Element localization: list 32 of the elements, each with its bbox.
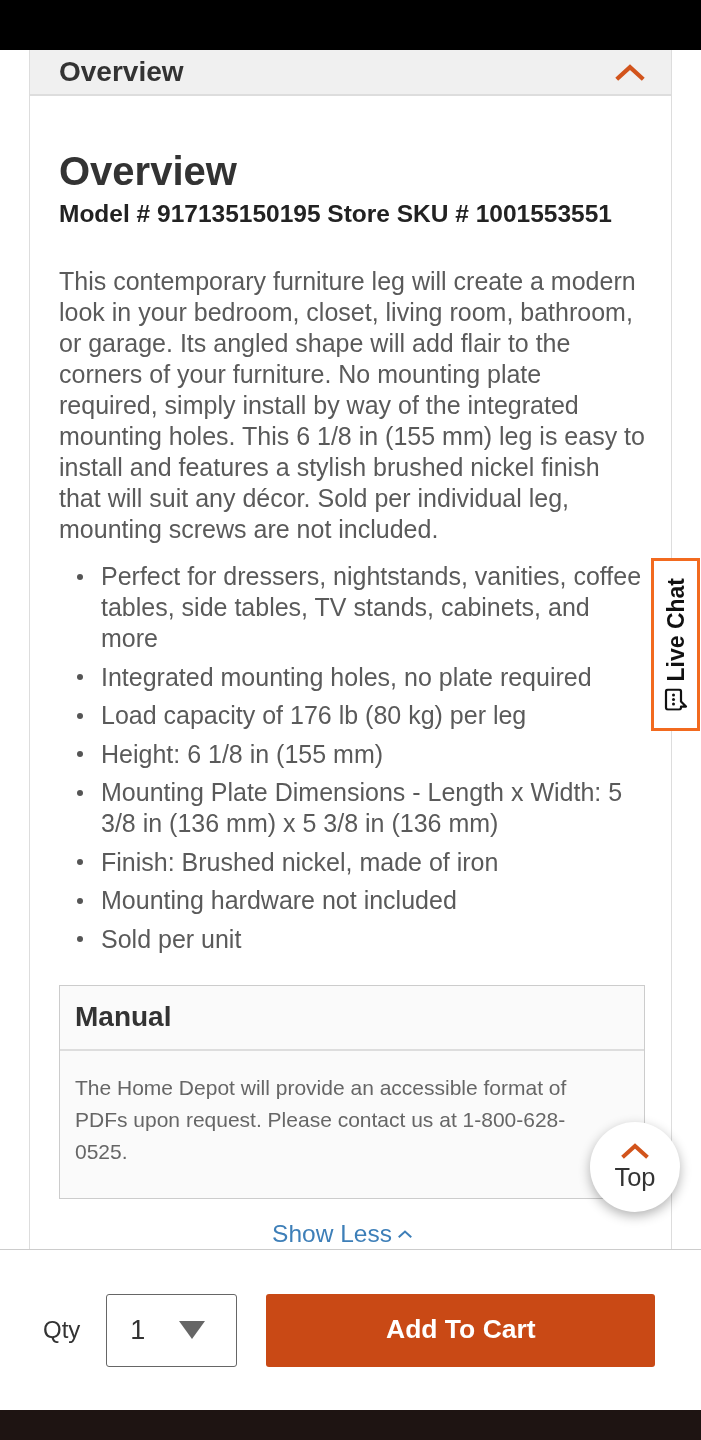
accordion-header[interactable]: Overview [30, 50, 671, 96]
bullet-icon [77, 789, 83, 796]
live-chat-tab[interactable]: Live Chat [651, 558, 700, 731]
feature-text: Perfect for dressers, nightstands, vanities, coffee tables, side tables, TV stands, cabinets, and more [101, 561, 643, 654]
feature-text: Sold per unit [101, 923, 242, 955]
bullet-icon [77, 712, 83, 719]
bullet-icon [77, 751, 83, 757]
feature-text: Integrated mounting holes, no plate required [101, 661, 592, 693]
bullet-icon [77, 859, 83, 865]
back-to-top-button[interactable]: Top [590, 1122, 680, 1212]
feature-text: Mounting Plate Dimensions - Length x Width: 5 3/8 in (136 mm) x 5 3/8 in (136 mm) [101, 777, 624, 839]
bullet-icon [77, 674, 83, 680]
bullet-icon [77, 573, 83, 580]
manual-text: The Home Depot will provide an accessible format of PDFs upon request. Please contact us at 1-800-628-0525. [75, 1074, 568, 1165]
description-paragraph: This contemporary furniture leg will create a modern look in your bedroom, closet, living room, bathroom, or garage. Its angled shape will add flair to the corners of your furniture. No mounting plate required, simply install by way of the integrated mounting holes. This 6 1/8 in (155 mm) leg is easy to install and features a stylish brushed nickel finish that will suit any décor. Sold per individual leg, mounting screws are not included. [59, 266, 645, 545]
chat-icon [663, 688, 688, 711]
bullet-icon [77, 936, 83, 942]
feature-text: Load capacity of 176 lb (80 kg) per leg [101, 700, 527, 731]
overview-heading: Overview [59, 148, 238, 195]
live-chat-label: Live Chat [662, 577, 689, 682]
feature-text: Mounting hardware not included [101, 885, 457, 916]
qty-label: Qty [43, 1315, 81, 1345]
feature-text: Height: 6 1/8 in (155 mm) [101, 738, 384, 770]
caret-up-icon [621, 1143, 649, 1159]
add-to-cart-button[interactable]: Add To Cart [266, 1293, 656, 1367]
manual-title: Manual [75, 1000, 172, 1034]
quantity-dropdown[interactable]: 1 [106, 1293, 238, 1367]
bullet-icon [77, 897, 83, 904]
feature-text: Finish: Brushed nickel, made of iron [101, 846, 499, 878]
dropdown-triangle-icon [179, 1321, 206, 1339]
show-less-link[interactable]: Show Less [272, 1218, 412, 1249]
model-sku-text: Model # 917135150195 Store SKU # 1001553551 [59, 199, 613, 229]
